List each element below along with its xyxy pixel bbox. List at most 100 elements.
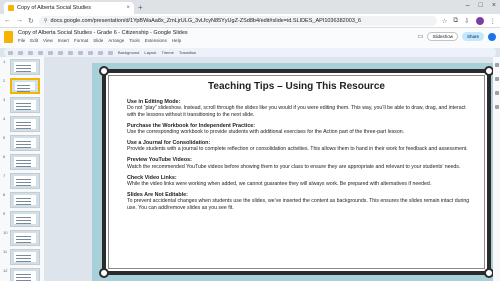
url-field[interactable]: ⚲ docs.google.com/presentation/d/1YpBWaA… — [38, 15, 437, 26]
menu-format[interactable]: Format — [74, 38, 88, 43]
browser-tab[interactable]: Copy of Alberta Social Studies × — [4, 2, 134, 14]
undo-icon[interactable] — [28, 50, 33, 55]
reload-icon[interactable]: ↻ — [28, 17, 34, 25]
thumbnail-text-line — [16, 106, 31, 107]
filmstrip-item[interactable]: 10 — [0, 228, 44, 247]
new-slide-icon[interactable] — [18, 50, 23, 55]
thumbnail-text-line — [16, 141, 31, 142]
filmstrip-item[interactable]: 7 — [0, 171, 44, 190]
window-controls: – □ × — [466, 2, 496, 9]
thumbnail-text-line — [16, 274, 31, 275]
text-box-icon[interactable] — [78, 50, 83, 55]
slide-thumbnail[interactable] — [10, 116, 40, 132]
bookmark-star-icon[interactable]: ☆ — [442, 17, 448, 25]
filmstrip-item[interactable]: 3 — [0, 95, 44, 114]
slide-thumbnail[interactable] — [10, 211, 40, 227]
slide-thumbnail[interactable] — [10, 97, 40, 113]
account-avatar[interactable] — [488, 32, 496, 41]
filmstrip-item[interactable]: 9 — [0, 209, 44, 228]
contacts-icon[interactable] — [494, 105, 499, 109]
slide-thumbnail[interactable] — [10, 59, 40, 75]
filmstrip-item[interactable]: 8 — [0, 190, 44, 209]
search-menus-icon[interactable] — [8, 50, 13, 55]
address-bar-row: ← → ↻ ⚲ docs.google.com/presentation/d/1… — [0, 14, 500, 28]
slide-number: 4 — [3, 116, 6, 121]
site-info-icon[interactable]: ⚲ — [44, 18, 48, 24]
tip-text: Provide students with a journal to compl… — [127, 146, 468, 153]
slide-number: 5 — [3, 135, 6, 140]
slide-thumbnail[interactable] — [10, 192, 40, 208]
tip-text: Do not “play” slideshow. Instead, scroll… — [127, 105, 466, 118]
menu-slide[interactable]: Slide — [93, 38, 103, 43]
menu-insert[interactable]: Insert — [58, 38, 69, 43]
slide-thumbnail[interactable] — [10, 249, 40, 265]
thumbnail-text-line — [16, 71, 31, 72]
menu-extensions[interactable]: Extensions — [145, 38, 167, 43]
thumbnail-text-line — [16, 122, 31, 123]
menu-view[interactable]: View — [43, 38, 53, 43]
current-slide[interactable]: Teaching Tips – Using This Resource Use … — [92, 63, 500, 281]
menu-arrange[interactable]: Arrange — [108, 38, 124, 43]
slide-thumbnail[interactable] — [10, 78, 40, 94]
toolbar-transition[interactable]: Transition — [179, 50, 196, 55]
tip-section: Preview YouTube Videos: Watch the recomm… — [127, 157, 475, 170]
frame-corner — [99, 268, 109, 278]
extensions-icon[interactable]: ⧉ — [453, 17, 458, 25]
slide-number: 12 — [3, 268, 8, 273]
keep-icon[interactable] — [494, 77, 499, 81]
redo-icon[interactable] — [38, 50, 43, 55]
tip-section: Purchase the Workbook for Independent Pr… — [127, 123, 475, 136]
filmstrip-item[interactable]: 2 — [0, 76, 44, 95]
tip-text: Use the corresponding workbook to provid… — [127, 129, 405, 136]
google-slides-logo-icon[interactable] — [4, 31, 13, 43]
menu-edit[interactable]: Edit — [30, 38, 38, 43]
calendar-icon[interactable] — [494, 63, 499, 67]
slide-number: 7 — [3, 173, 6, 178]
slide-thumbnail[interactable] — [10, 173, 40, 189]
select-tool-icon[interactable] — [68, 50, 73, 55]
filmstrip-item[interactable]: 11 — [0, 247, 44, 266]
toolbar-theme[interactable]: Theme — [161, 50, 173, 55]
toolbar-background[interactable]: Background — [118, 50, 139, 55]
close-tab-icon[interactable]: × — [126, 5, 130, 11]
slide-thumbnail[interactable] — [10, 230, 40, 246]
print-icon[interactable] — [48, 50, 53, 55]
filmstrip-item[interactable]: 1 — [0, 57, 44, 76]
comments-icon[interactable]: ▭ — [418, 33, 424, 40]
thumbnail-text-line — [16, 261, 31, 262]
slide-thumbnail[interactable] — [10, 135, 40, 151]
zoom-icon[interactable] — [58, 50, 63, 55]
slideshow-button[interactable]: Slideshow — [427, 32, 458, 41]
filmstrip-item[interactable]: 12 — [0, 266, 44, 281]
image-icon[interactable] — [88, 50, 93, 55]
toolbar-layout[interactable]: Layout — [144, 50, 156, 55]
back-icon[interactable]: ← — [4, 17, 11, 24]
filmstrip-item[interactable]: 5 — [0, 133, 44, 152]
maximize-icon[interactable]: □ — [479, 2, 483, 9]
docs-header: Copy of Alberta Social Studies - Grade 6… — [0, 28, 500, 48]
line-icon[interactable] — [108, 50, 113, 55]
minimize-icon[interactable]: – — [466, 2, 470, 9]
new-tab-icon[interactable]: + — [138, 2, 143, 14]
profile-avatar[interactable] — [475, 16, 484, 25]
filmstrip-item[interactable]: 6 — [0, 152, 44, 171]
slide-thumbnail[interactable] — [10, 154, 40, 170]
slide-number: 3 — [3, 97, 6, 102]
thumbnail-text-line — [16, 185, 31, 186]
slide-canvas-area: Teaching Tips – Using This Resource Use … — [44, 57, 500, 281]
browser-menu-icon[interactable]: ⋮ — [490, 17, 497, 25]
menu-file[interactable]: File — [18, 38, 25, 43]
close-window-icon[interactable]: × — [492, 2, 496, 9]
filmstrip-item[interactable]: 4 — [0, 114, 44, 133]
downloads-icon[interactable]: ⇩ — [464, 17, 469, 25]
share-button[interactable]: Share — [461, 32, 484, 41]
tasks-icon[interactable] — [494, 91, 499, 95]
forward-icon[interactable]: → — [16, 17, 23, 24]
menu-tools[interactable]: Tools — [129, 38, 140, 43]
slide-thumbnail[interactable] — [10, 268, 40, 281]
thumbnail-text-line — [16, 198, 31, 199]
slide-number: 8 — [3, 192, 6, 197]
menu-help[interactable]: Help — [172, 38, 181, 43]
shape-icon[interactable] — [98, 50, 103, 55]
slide-filmstrip[interactable]: 1 2 3 4 5 6 7 8 9 10 11 12 — [0, 57, 44, 281]
